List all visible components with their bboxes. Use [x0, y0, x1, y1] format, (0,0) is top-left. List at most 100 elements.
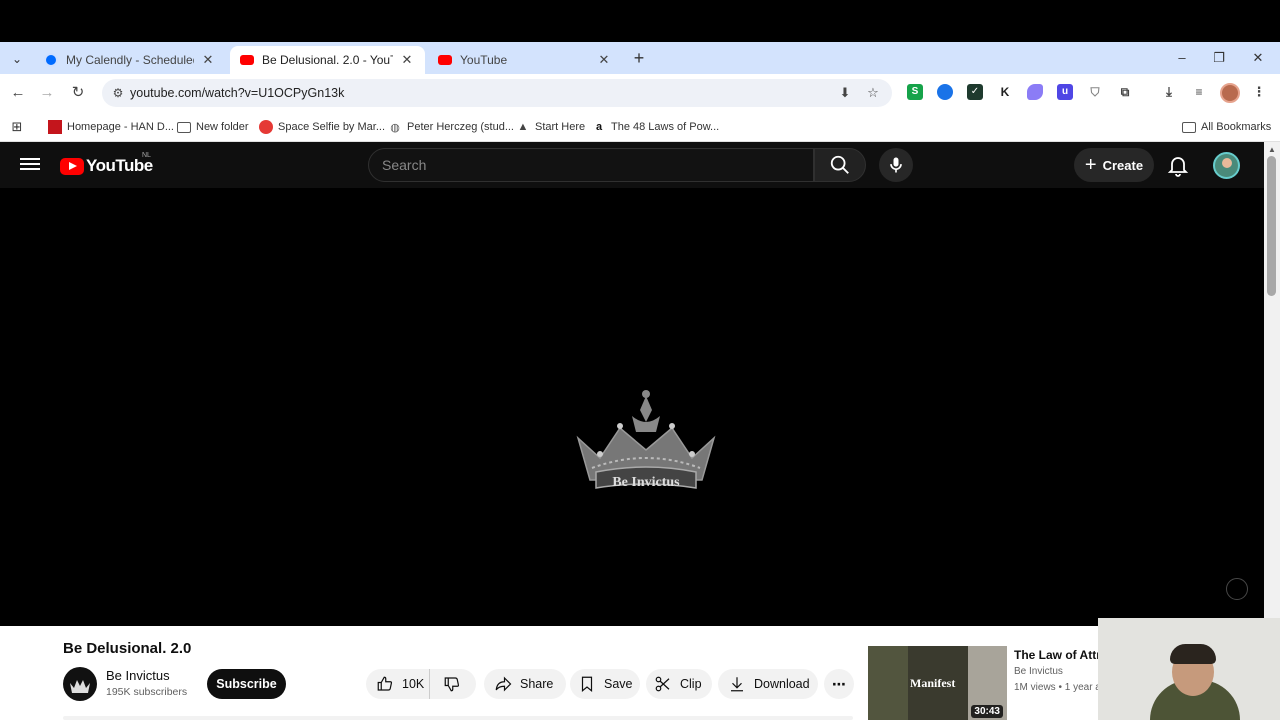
channel-avatar[interactable] [63, 667, 97, 701]
bookmarks-bar: ⊞ Homepage - HAN D... New folder Space S… [0, 112, 1280, 142]
channel-name[interactable]: Be Invictus [106, 668, 170, 683]
menu-icon[interactable] [20, 155, 40, 175]
browser-chrome: ⌄ My Calendly - Scheduled Events ✕ Be De… [0, 42, 1280, 142]
extension-k-icon[interactable]: K [997, 84, 1013, 100]
search-button[interactable] [814, 148, 866, 182]
calendly-icon [44, 53, 58, 67]
address-bar[interactable]: ⚙ youtube.com/watch?v=U1OCPyGn13k ⬇ ☆ [102, 79, 892, 107]
save-button[interactable]: Save [570, 669, 640, 699]
video-duration: 30:43 [971, 705, 1003, 718]
description-box[interactable] [63, 716, 853, 720]
tab-search-chevron-icon[interactable]: ⌄ [8, 50, 26, 68]
extension-circle-icon[interactable] [937, 84, 953, 100]
bookmark-space-selfie[interactable]: Space Selfie by Mar... [259, 118, 385, 136]
crown-logo-text: Be Invictus [612, 475, 680, 490]
video-details: Be Delusional. 2.0 Be Invictus 195K subs… [0, 626, 1264, 720]
youtube-page: YouTube NL + Create [0, 142, 1264, 720]
globe-icon: ◍ [390, 121, 400, 134]
screen-top-bar [0, 0, 1280, 42]
browser-profile-avatar[interactable] [1220, 83, 1240, 103]
downloads-icon[interactable]: ⤓ [1161, 84, 1177, 100]
youtube-logo[interactable]: YouTube NL [60, 152, 153, 176]
extension-cloud-icon[interactable] [1027, 84, 1043, 100]
search-box [368, 148, 814, 182]
apps-grid-icon[interactable]: ⊞ [10, 118, 29, 136]
recommended-meta: 1M views • 1 year a [1014, 682, 1101, 693]
scrollbar-thumb[interactable] [1267, 156, 1276, 296]
shield-icon[interactable]: ⛉ [1087, 84, 1103, 100]
youtube-icon [240, 55, 254, 65]
download-button[interactable]: Download [718, 669, 818, 699]
youtube-header: YouTube NL + Create [0, 142, 1264, 188]
channel-watermark-icon[interactable] [1226, 578, 1248, 600]
tab-title: My Calendly - Scheduled Events [66, 53, 194, 67]
be-invictus-crown-logo: Be Invictus [576, 390, 716, 490]
thumbnail-text: Manifest [910, 676, 956, 690]
voice-search-button[interactable] [879, 148, 913, 182]
bookmark-icon [581, 676, 593, 693]
close-icon[interactable]: ✕ [596, 52, 612, 68]
video-title: Be Delusional. 2.0 [63, 640, 192, 657]
close-icon[interactable]: ✕ [200, 52, 216, 68]
more-actions-icon[interactable]: ⋯ [824, 669, 854, 699]
webcam-overlay [1098, 618, 1280, 720]
extensions-puzzle-icon[interactable]: ⧉ [1117, 84, 1133, 100]
tab-youtube-video[interactable]: Be Delusional. 2.0 - YouTube ✕ [230, 46, 425, 74]
microphone-icon [890, 157, 902, 173]
recommended-title[interactable]: The Law of Attra [1014, 648, 1108, 662]
folder-icon [177, 121, 191, 133]
extension-check-icon[interactable]: ✓ [967, 84, 983, 100]
subscriber-count: 195K subscribers [106, 686, 188, 698]
share-button[interactable]: Share [484, 669, 566, 699]
video-player[interactable]: Be Invictus [0, 188, 1264, 626]
thumbnail-figure-left [868, 646, 908, 720]
search-input[interactable] [369, 149, 813, 181]
site-info-icon[interactable]: ⚙ [110, 85, 126, 101]
like-dislike-group: 10K [366, 669, 476, 699]
amazon-icon: a [595, 121, 603, 133]
bookmark-star-icon[interactable]: ☆ [864, 84, 882, 102]
media-controls-icon[interactable]: ≡ [1191, 84, 1207, 100]
new-tab-icon[interactable]: + [630, 49, 648, 67]
subscribe-button[interactable]: Subscribe [207, 669, 286, 699]
scissors-icon [655, 676, 670, 692]
bookmark-start-here[interactable]: ▲ Start Here [516, 118, 586, 136]
triangle-icon: ▲ [517, 121, 529, 133]
bookmark-48-laws[interactable]: a The 48 Laws of Pow... [592, 118, 719, 136]
bookmark-new-folder[interactable]: New folder [177, 118, 249, 136]
url-text[interactable]: youtube.com/watch?v=U1OCPyGn13k [130, 79, 344, 107]
youtube-play-icon [60, 157, 84, 175]
han-logo-icon [48, 120, 62, 134]
restore-icon[interactable]: ❐ [1209, 48, 1229, 68]
recommended-thumbnail[interactable]: Manifest 30:43 [868, 646, 1007, 720]
bookmark-han[interactable]: Homepage - HAN D... [48, 118, 174, 136]
share-icon [495, 676, 512, 692]
bookmark-peter-herczeg[interactable]: ◍ Peter Herczeg (stud... [388, 118, 514, 136]
reload-icon[interactable]: ↻ [68, 83, 88, 103]
minimize-icon[interactable]: – [1172, 48, 1192, 68]
plus-icon: + [1084, 154, 1097, 176]
install-app-icon[interactable]: ⬇ [836, 84, 854, 102]
create-button[interactable]: + Create [1074, 148, 1154, 182]
all-bookmarks[interactable]: All Bookmarks [1182, 118, 1271, 136]
close-window-icon[interactable]: ✕ [1248, 48, 1268, 68]
search-icon [830, 155, 849, 174]
extension-s-icon[interactable]: S [907, 84, 923, 100]
download-icon [731, 677, 743, 692]
notifications-bell-icon[interactable] [1166, 153, 1190, 177]
extension-u-icon[interactable]: u [1057, 84, 1073, 100]
tab-youtube[interactable]: YouTube ✕ [428, 46, 622, 74]
clip-button[interactable]: Clip [646, 669, 712, 699]
dislike-button[interactable] [430, 669, 474, 699]
close-icon[interactable]: ✕ [399, 52, 415, 68]
browser-toolbar: ← → ↻ ⚙ youtube.com/watch?v=U1OCPyGn13k … [0, 74, 1280, 112]
more-menu-icon[interactable]: ⋮ [1251, 84, 1267, 100]
account-avatar[interactable] [1213, 152, 1240, 179]
tab-calendly[interactable]: My Calendly - Scheduled Events ✕ [34, 46, 226, 74]
scroll-up-icon[interactable]: ▲ [1268, 145, 1276, 154]
forward-icon[interactable]: → [37, 83, 57, 103]
like-button[interactable]: 10K [366, 669, 430, 699]
back-icon[interactable]: ← [8, 83, 28, 103]
webcam-person-hair [1170, 644, 1216, 664]
recommended-channel[interactable]: Be Invictus [1014, 666, 1063, 677]
